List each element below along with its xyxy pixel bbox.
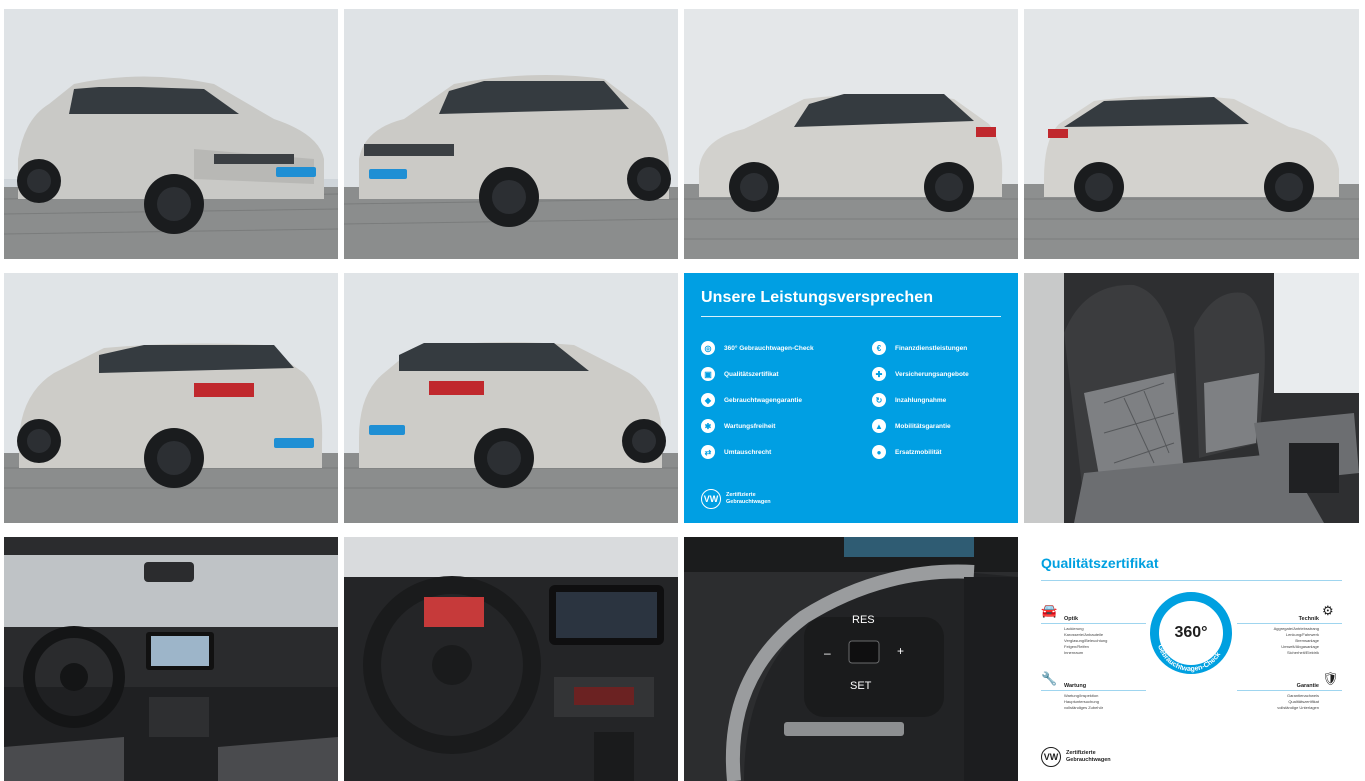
optik-title: Optik bbox=[1064, 616, 1079, 622]
dashboard-photo bbox=[4, 537, 338, 781]
technik-rule bbox=[1237, 623, 1342, 624]
promise-item: € Finanzdienstleistungen bbox=[872, 335, 969, 361]
cert-card[interactable]: Qualitätszertifikat 🚘 Optik Lackierung K… bbox=[1024, 537, 1359, 781]
car-photo-front-left bbox=[4, 9, 338, 259]
technik-title: Technik bbox=[1298, 616, 1319, 622]
photo-rear-right[interactable] bbox=[344, 273, 678, 523]
minus-button-label: – bbox=[824, 646, 831, 660]
cert-brand: VW Zertifizierte Gebrauchtwagen bbox=[1041, 747, 1126, 767]
car-photo-rear-right bbox=[344, 273, 678, 523]
check-360-icon: ◎ bbox=[701, 341, 715, 355]
photo-cockpit[interactable] bbox=[344, 537, 678, 781]
car-photo-front-right bbox=[344, 9, 678, 259]
cert-title: Qualitätszertifikat bbox=[1041, 555, 1159, 571]
promise-title: Unsere Leistungsversprechen bbox=[701, 289, 934, 306]
photo-front-seats[interactable] bbox=[1024, 273, 1359, 523]
exchange-icon: ⇄ bbox=[701, 445, 715, 459]
car-photo-left-side bbox=[684, 9, 1018, 259]
photo-steering-wheel[interactable]: RES SET – + bbox=[684, 537, 1018, 781]
car-icon: ● bbox=[872, 445, 886, 459]
wrench-icon: ✱ bbox=[701, 419, 715, 433]
cert-divider bbox=[1041, 580, 1342, 581]
promise-item: ⇄ Umtauschrecht bbox=[701, 439, 814, 465]
wartung-title: Wartung bbox=[1064, 683, 1087, 689]
promise-card[interactable]: Unsere Leistungsversprechen ◎ 360° Gebrau… bbox=[684, 273, 1018, 523]
trade-in-icon: ↻ bbox=[872, 393, 886, 407]
shield-icon: ◆ bbox=[701, 393, 715, 407]
promise-brand: VW Zertifizierte Gebrauchtwagen bbox=[701, 489, 786, 509]
set-button-label: SET bbox=[850, 680, 872, 692]
optik-list: Lackierung Karosserie/Anbauteile Verglas… bbox=[1064, 626, 1108, 655]
photo-dashboard[interactable] bbox=[4, 537, 338, 781]
wartung-list: Wartung/Inspektion Hauptuntersuchung vol… bbox=[1064, 693, 1104, 710]
promise-item: ✱ Wartungsfreiheit bbox=[701, 413, 814, 439]
promise-item: ◆ Gebrauchtwagengarantie bbox=[701, 387, 814, 413]
optik-rule bbox=[1041, 623, 1146, 624]
mobility-icon: ▲ bbox=[872, 419, 886, 433]
svg-text:Gebrauchtwagen-Check: Gebrauchtwagen-Check bbox=[1156, 644, 1222, 673]
promise-item: ◎ 360° Gebrauchtwagen-Check bbox=[701, 335, 814, 361]
seats-photo bbox=[1024, 273, 1359, 523]
promise-item: ↻ Inzahlungnahme bbox=[872, 387, 969, 413]
plus-button-label: + bbox=[897, 644, 904, 658]
wartung-wrench-icon: 🔧 bbox=[1041, 671, 1058, 686]
promise-item: ▣ Qualitätszertifikat bbox=[701, 361, 814, 387]
garantie-shield-icon: 🛡 bbox=[1322, 671, 1339, 686]
wartung-rule bbox=[1041, 690, 1146, 691]
steering-photo: RES SET – + bbox=[684, 537, 1018, 781]
cockpit-photo bbox=[344, 537, 678, 781]
optik-car-icon: 🚘 bbox=[1041, 603, 1058, 618]
promise-list-right: € Finanzdienstleistungen ✚ Versicherungsan… bbox=[872, 335, 969, 465]
promise-item: ● Ersatzmobilität bbox=[872, 439, 969, 465]
garantie-rule bbox=[1237, 690, 1342, 691]
res-button-label: RES bbox=[852, 614, 875, 626]
photo-rear-left[interactable] bbox=[4, 273, 338, 523]
garantie-title: Garantie bbox=[1296, 683, 1319, 689]
promise-item: ▲ Mobilitätsgarantie bbox=[872, 413, 969, 439]
technik-list: Aggregate/Antriebsstrang Lenkung/Fahrwer… bbox=[1273, 626, 1319, 655]
technik-gear-icon: ⚙ bbox=[1322, 603, 1334, 618]
promise-list-left: ◎ 360° Gebrauchtwagen-Check ▣ Qualitätszer… bbox=[701, 335, 814, 465]
photo-right-side[interactable] bbox=[1024, 9, 1359, 259]
finance-icon: € bbox=[872, 341, 886, 355]
car-photo-rear-left bbox=[4, 273, 338, 523]
promise-divider bbox=[701, 316, 1001, 317]
garantie-list: Garantienachweis Qualitätszertifikat vol… bbox=[1277, 693, 1319, 710]
photo-front-right[interactable] bbox=[344, 9, 678, 259]
promise-item: ✚ Versicherungsangebote bbox=[872, 361, 969, 387]
insurance-icon: ✚ bbox=[872, 367, 886, 381]
vw-logo-icon: VW bbox=[1041, 747, 1061, 767]
badge-ring-text: Gebrauchtwagen-Check bbox=[1156, 644, 1222, 673]
car-photo-right-side bbox=[1024, 9, 1359, 259]
photo-front-left[interactable] bbox=[4, 9, 338, 259]
vw-logo-icon: VW bbox=[701, 489, 721, 509]
photo-left-side[interactable] bbox=[684, 9, 1018, 259]
certificate-icon: ▣ bbox=[701, 367, 715, 381]
